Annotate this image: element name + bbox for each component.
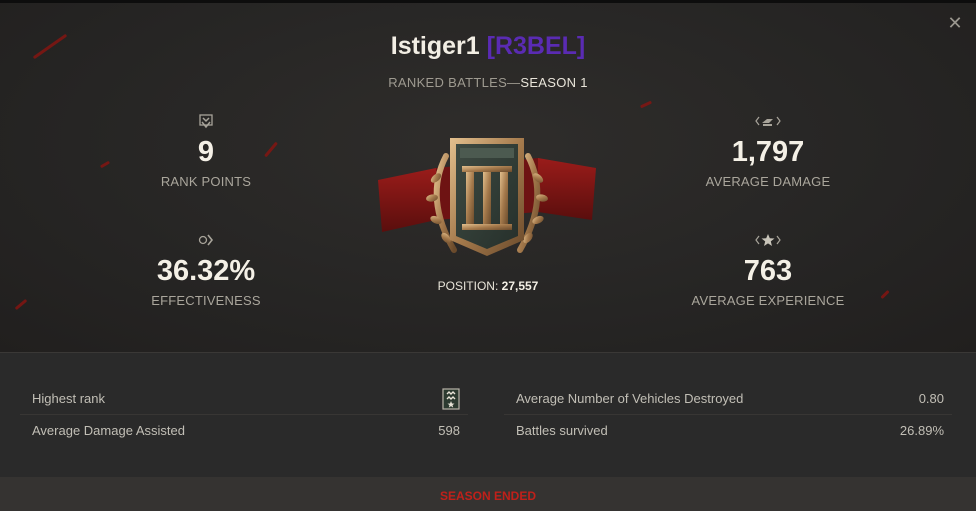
ember-decoration xyxy=(14,298,28,311)
stat-rank-points: 9 RANK POINTS xyxy=(76,114,336,189)
average-damage-label: AVERAGE DAMAGE xyxy=(705,174,831,189)
detail-value: 0.80 xyxy=(918,391,944,406)
detail-value: 598 xyxy=(438,423,460,438)
damage-icon xyxy=(638,114,898,132)
player-name: Istiger1 xyxy=(390,32,480,60)
position-label: POSITION: xyxy=(437,279,499,293)
detail-label: Average Number of Vehicles Destroyed xyxy=(516,391,744,406)
detail-row-vehicles-destroyed: Average Number of Vehicles Destroyed 0.8… xyxy=(504,383,952,415)
detail-value: 26.89% xyxy=(899,423,944,438)
subtitle-prefix: RANKED BATTLES— xyxy=(388,75,521,90)
average-damage-value: 1,797 xyxy=(731,136,805,168)
ranked-stats-window: ✕ Istiger1 [R3BEL] RANKED BATTLES—SEASON… xyxy=(0,0,976,511)
detail-row-highest-rank: Highest rank xyxy=(20,383,468,415)
section-divider xyxy=(0,352,976,353)
effectiveness-icon xyxy=(76,233,336,251)
rank-points-label: RANK POINTS xyxy=(160,174,252,189)
subtitle: RANKED BATTLES—SEASON 1 xyxy=(0,75,976,90)
season-status-bar: SEASON ENDED xyxy=(0,477,976,511)
detail-label: Battles survived xyxy=(516,423,608,438)
detail-row-battles-survived: Battles survived 26.89% xyxy=(504,415,952,447)
average-experience-label: AVERAGE EXPERIENCE xyxy=(691,293,845,308)
experience-star-icon xyxy=(638,233,898,251)
player-title: Istiger1 [R3BEL] xyxy=(0,32,976,61)
season-label: SEASON 1 xyxy=(520,75,588,90)
detail-label: Highest rank xyxy=(32,391,105,406)
rank-chevron-icon xyxy=(76,114,336,132)
rank-points-value: 9 xyxy=(197,136,215,168)
position-line: POSITION: 27,557 xyxy=(0,279,976,293)
stat-effectiveness: 36.32% EFFECTIVENESS xyxy=(76,233,336,308)
position-value: 27,557 xyxy=(501,279,539,293)
ember-decoration xyxy=(639,100,653,109)
effectiveness-label: EFFECTIVENESS xyxy=(151,293,261,308)
details-right-column: Average Number of Vehicles Destroyed 0.8… xyxy=(504,383,952,447)
close-button[interactable]: ✕ xyxy=(946,14,964,32)
detail-label: Average Damage Assisted xyxy=(32,423,185,438)
rank-insignia-icon xyxy=(442,388,460,410)
detail-row-damage-assisted: Average Damage Assisted 598 xyxy=(20,415,468,447)
season-status-label: SEASON ENDED xyxy=(439,489,537,503)
league-emblem-icon xyxy=(378,138,596,256)
stat-average-experience: 763 AVERAGE EXPERIENCE xyxy=(638,233,898,308)
clan-tag[interactable]: [R3BEL] xyxy=(487,32,586,60)
details-left-column: Highest rank Average Damage Assisted 598 xyxy=(20,383,468,447)
stat-average-damage: 1,797 AVERAGE DAMAGE xyxy=(638,114,898,189)
